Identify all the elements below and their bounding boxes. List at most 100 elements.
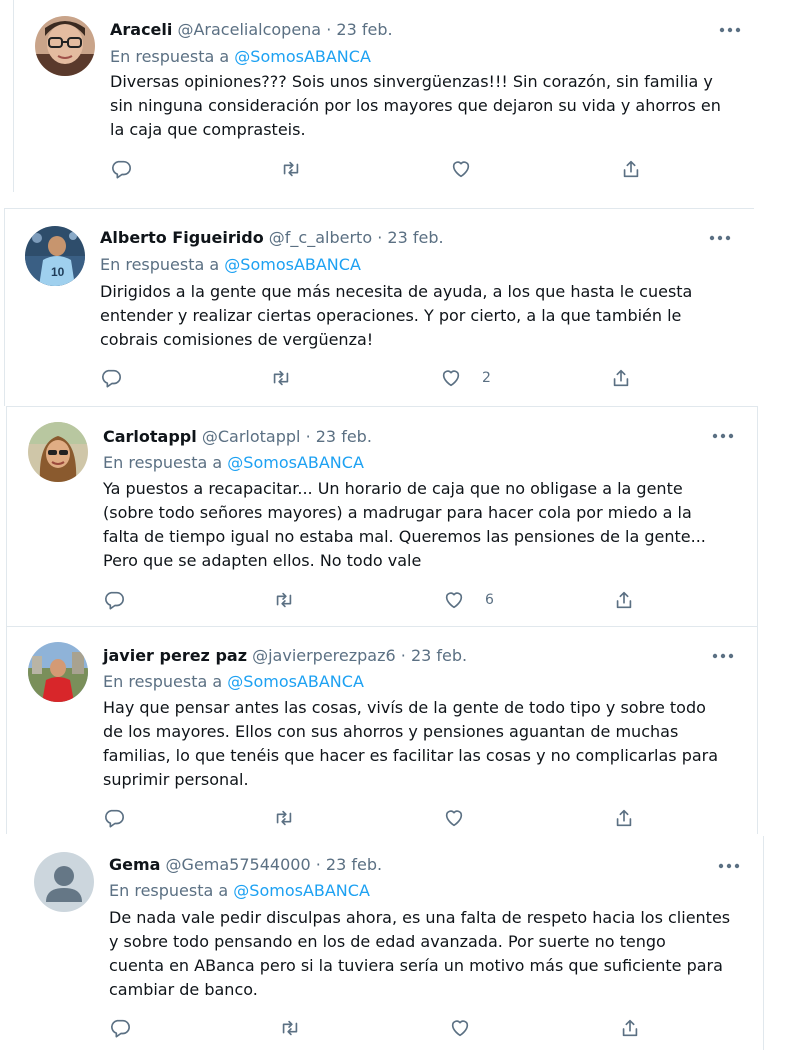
more-options-button[interactable]	[711, 646, 735, 666]
avatar-image	[28, 642, 88, 702]
avatar-image: 10	[25, 226, 85, 286]
replying-to-label: En respuesta a	[109, 881, 229, 900]
mention-link[interactable]: @SomosABANCA	[224, 255, 361, 274]
more-icon	[712, 653, 734, 659]
retweet-icon	[273, 370, 289, 386]
author-handle[interactable]: @f_c_alberto	[269, 228, 372, 247]
share-icon	[616, 591, 632, 609]
tweet-card[interactable]: Carlotappl @Carlotappl · 23 feb. En resp…	[6, 406, 758, 626]
default-avatar-icon	[34, 852, 94, 912]
author-handle[interactable]: @Carlotappl	[202, 427, 301, 446]
retweet-button[interactable]	[273, 806, 295, 830]
retweet-icon	[276, 810, 292, 826]
date-separator: ·	[326, 20, 332, 39]
like-count: 6	[485, 592, 494, 608]
tweet-date[interactable]: 23 feb.	[336, 20, 392, 39]
author-name[interactable]: Alberto Figueirido	[100, 228, 264, 247]
retweet-button[interactable]	[280, 157, 302, 181]
avatar[interactable]	[35, 16, 95, 76]
reply-icon	[111, 1019, 130, 1038]
mention-link[interactable]: @SomosABANCA	[233, 881, 370, 900]
tweet-card[interactable]: javier perez paz @javierperezpaz6 · 23 f…	[6, 626, 758, 834]
avatar-image	[35, 16, 95, 76]
tweet-date[interactable]: 23 feb.	[326, 855, 382, 874]
more-options-button[interactable]	[718, 20, 742, 40]
tweet-text: Hay que pensar antes las cosas, vivís de…	[103, 698, 719, 789]
like-button[interactable]: 6	[443, 588, 494, 612]
author-handle[interactable]: @Aracelialcopena	[177, 20, 321, 39]
date-separator: ·	[315, 855, 321, 874]
tweet-date[interactable]: 23 feb.	[316, 427, 372, 446]
avatar[interactable]	[34, 852, 94, 912]
more-options-button[interactable]	[708, 228, 732, 248]
tweet-date[interactable]: 23 feb.	[411, 646, 467, 665]
like-button[interactable]: 2	[440, 366, 491, 390]
share-button[interactable]	[613, 806, 635, 830]
replying-to-label: En respuesta a	[103, 672, 223, 691]
share-button[interactable]	[610, 366, 632, 390]
share-button[interactable]	[620, 157, 642, 181]
like-icon	[442, 370, 460, 387]
share-button[interactable]	[613, 588, 635, 612]
more-icon	[712, 433, 734, 439]
tweet-date[interactable]: 23 feb.	[387, 228, 443, 247]
tweet-text: Ya puestos a recapacitar... Un horario d…	[103, 479, 706, 570]
mention-link[interactable]: @SomosABANCA	[234, 47, 371, 66]
like-button[interactable]	[449, 1016, 491, 1040]
reply-icon	[112, 160, 131, 179]
more-icon	[709, 235, 731, 241]
like-count: 2	[482, 370, 491, 386]
reply-button[interactable]	[110, 157, 132, 181]
reply-icon	[105, 809, 124, 828]
share-button[interactable]	[619, 1016, 641, 1040]
like-icon	[445, 592, 463, 609]
author-name[interactable]: Carlotappl	[103, 427, 197, 446]
tweet-card[interactable]: Gema @Gema57544000 · 23 feb. En respuest…	[12, 836, 764, 1050]
reply-icon	[105, 591, 124, 610]
avatar[interactable]: 10	[25, 226, 85, 286]
retweet-button[interactable]	[273, 588, 295, 612]
author-handle[interactable]: @javierperezpaz6	[252, 646, 396, 665]
retweet-icon	[282, 1020, 298, 1036]
more-options-button[interactable]	[711, 426, 735, 446]
replying-to-label: En respuesta a	[103, 453, 223, 472]
mention-link[interactable]: @SomosABANCA	[227, 672, 364, 691]
more-icon	[719, 27, 741, 33]
reply-button[interactable]	[103, 806, 125, 830]
more-options-button[interactable]	[717, 856, 741, 876]
avatar[interactable]	[28, 642, 88, 702]
date-separator: ·	[377, 228, 383, 247]
author-handle[interactable]: @Gema57544000	[166, 855, 311, 874]
share-icon	[613, 369, 629, 387]
avatar[interactable]	[28, 422, 88, 482]
more-icon	[718, 863, 740, 869]
author-name[interactable]: javier perez paz	[103, 646, 247, 665]
reply-button[interactable]	[103, 588, 125, 612]
like-icon	[445, 810, 463, 827]
retweet-button[interactable]	[270, 366, 292, 390]
replying-to-label: En respuesta a	[110, 47, 230, 66]
share-icon	[616, 809, 632, 827]
tweet-card[interactable]: 10 Alberto Figueirido @f_c_alberto · 23 …	[4, 208, 754, 406]
reply-button[interactable]	[109, 1016, 131, 1040]
tweet-text: Dirigidos a la gente que más necesita de…	[100, 282, 693, 349]
like-button[interactable]	[450, 157, 492, 181]
share-icon	[623, 160, 639, 178]
reply-icon	[102, 369, 121, 388]
avatar-image	[28, 422, 88, 482]
like-button[interactable]	[443, 806, 485, 830]
date-separator: ·	[305, 427, 311, 446]
mention-link[interactable]: @SomosABANCA	[227, 453, 364, 472]
like-icon	[451, 1020, 469, 1037]
replying-to-label: En respuesta a	[100, 255, 220, 274]
share-icon	[622, 1019, 638, 1037]
author-name[interactable]: Gema	[109, 855, 160, 874]
retweet-button[interactable]	[279, 1016, 301, 1040]
date-separator: ·	[400, 646, 406, 665]
reply-button[interactable]	[100, 366, 122, 390]
like-icon	[452, 161, 470, 178]
tweet-card[interactable]: Araceli @Aracelialcopena · 23 feb. En re…	[13, 0, 763, 192]
svg-text:10: 10	[51, 265, 65, 279]
author-name[interactable]: Araceli	[110, 20, 172, 39]
tweet-text: Diversas opiniones??? Sois unos sinvergü…	[110, 72, 721, 139]
